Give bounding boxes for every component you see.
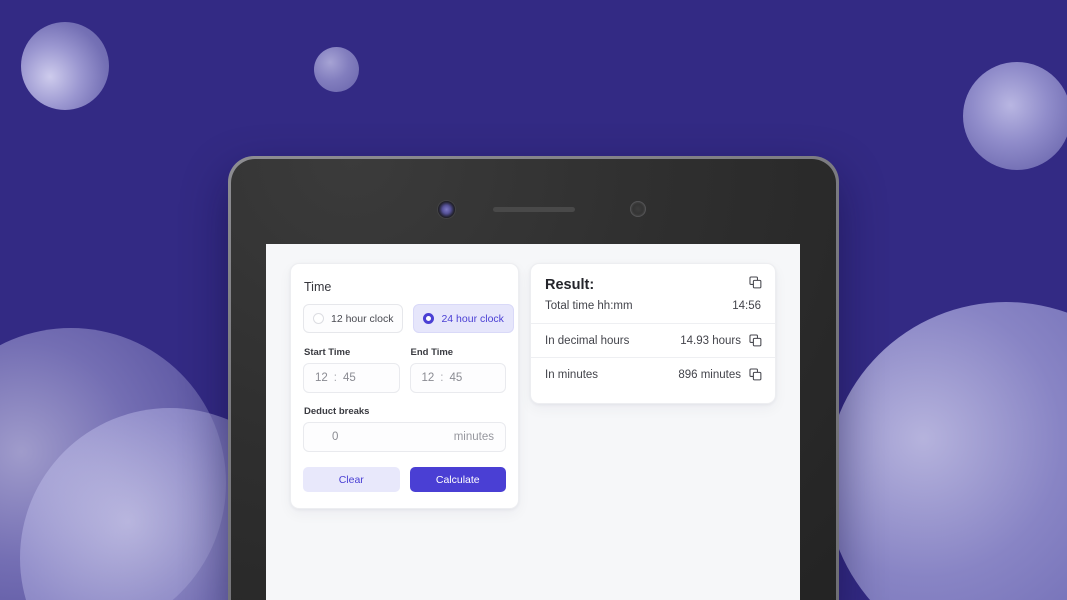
sphere-top-left (21, 22, 109, 110)
deduct-breaks-input[interactable]: 0 minutes (303, 422, 506, 452)
result-label-total-time: Total time hh:mm (545, 300, 633, 312)
result-value-minutes: 896 minutes (678, 369, 741, 381)
sphere-bottom-right (826, 302, 1067, 600)
tablet-device: Time 12 hour clock 24 hour clock Start T… (228, 156, 839, 600)
app-root: Time 12 hour clock 24 hour clock Start T… (266, 244, 800, 528)
radio-option-24-hour-label: 24 hour clock (441, 312, 504, 325)
tablet-screen: Time 12 hour clock 24 hour clock Start T… (266, 244, 800, 600)
result-value-total-time: 14:56 (732, 300, 761, 312)
proximity-sensor-icon (630, 201, 646, 217)
time-card: Time 12 hour clock 24 hour clock Start T… (290, 263, 519, 509)
clear-button[interactable]: Clear (303, 467, 400, 492)
start-time-hours[interactable]: 12 (315, 372, 328, 384)
tablet-hardware-row (231, 159, 836, 247)
deduct-breaks-value[interactable]: 0 (332, 431, 338, 443)
deduct-breaks-label: Deduct breaks (304, 406, 370, 417)
end-time-separator: : (440, 372, 444, 384)
deduct-breaks-unit: minutes (453, 431, 494, 443)
end-time-input[interactable]: 12 : 45 (409, 363, 506, 393)
end-time-hours[interactable]: 12 (422, 372, 435, 384)
start-time-input[interactable]: 12 : 45 (303, 363, 400, 393)
end-time-field: End Time 12 : 45 (409, 347, 506, 393)
radio-option-24-hour[interactable]: 24 hour clock (413, 304, 514, 333)
radio-option-12-hour[interactable]: 12 hour clock (303, 304, 404, 333)
sphere-top-right (963, 62, 1067, 170)
result-row-total-time: Total time hh:mm 14:56 (545, 300, 761, 312)
calculate-button[interactable]: Calculate (409, 467, 506, 492)
sphere-top-center (314, 47, 359, 92)
clock-format-radio-group: 12 hour clock 24 hour clock (303, 304, 514, 333)
end-time-minutes[interactable]: 45 (450, 372, 463, 384)
result-row-minutes: In minutes 896 minutes (531, 357, 775, 391)
radio-dot-icon (313, 313, 324, 324)
result-card: Result: Total time hh:mm 14:56 In decima… (530, 263, 776, 404)
result-label-minutes: In minutes (545, 369, 599, 381)
time-card-actions: Clear Calculate (303, 467, 506, 492)
camera-icon (438, 201, 455, 218)
copy-icon-total-time[interactable] (749, 276, 762, 289)
result-value-decimal-hours: 14.93 hours (680, 335, 741, 347)
start-time-field: Start Time 12 : 45 (303, 347, 400, 393)
radio-dot-selected-icon (423, 313, 435, 324)
copy-icon-minutes[interactable] (749, 368, 762, 381)
end-time-label: End Time (410, 347, 454, 358)
result-header: Result: Total time hh:mm 14:56 (531, 264, 775, 323)
radio-option-12-hour-label: 12 hour clock (331, 312, 394, 325)
result-title: Result: (545, 277, 595, 293)
speaker-grille-icon (493, 207, 575, 212)
time-fields-row: Start Time 12 : 45 End Time 12: 45 (303, 347, 506, 393)
wallpaper-stage: Time 12 hour clock 24 hour clock Start T… (0, 0, 1067, 600)
result-row-decimal-hours: In decimal hours 14.93 hours (531, 323, 775, 357)
sphere-bottom-left-back (0, 328, 226, 600)
start-time-separator: : (333, 372, 337, 384)
deduct-breaks-field: Deduct breaks 0 minutes (303, 406, 506, 452)
tablet-bezel: Time 12 hour clock 24 hour clock Start T… (231, 159, 836, 600)
copy-icon-decimal-hours[interactable] (749, 334, 762, 347)
result-label-decimal-hours: In decimal hours (545, 335, 630, 347)
start-time-label: Start Time (304, 347, 351, 358)
time-card-title: Time (304, 280, 332, 294)
start-time-minutes[interactable]: 45 (343, 372, 356, 384)
